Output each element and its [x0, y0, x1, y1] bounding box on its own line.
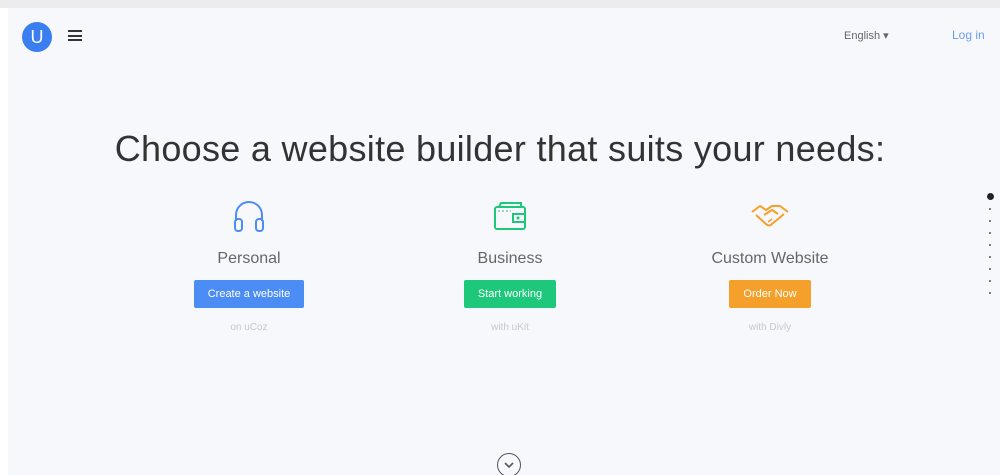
card-business: Business Start working with uKit	[410, 196, 610, 333]
wallet-icon	[410, 196, 610, 238]
card-custom-website: Custom Website Order Now with Divly	[670, 196, 870, 333]
pagination-dot[interactable]	[989, 292, 991, 294]
language-selector[interactable]: English ▾	[844, 29, 889, 42]
card-subtitle: on uCoz	[230, 322, 268, 333]
order-now-button[interactable]: Order Now	[729, 280, 811, 308]
pagination-dot[interactable]	[989, 220, 991, 222]
login-link[interactable]: Log in	[952, 28, 985, 42]
headphones-icon	[149, 196, 349, 238]
page: U English ▾ Log in Choose a website buil…	[8, 8, 1000, 475]
card-subtitle: with uKit	[491, 322, 529, 333]
card-personal: Personal Create a website on uCoz	[149, 196, 349, 333]
card-title: Personal	[217, 250, 281, 267]
pagination-dot[interactable]	[989, 232, 991, 234]
logo-button[interactable]: U	[22, 22, 52, 52]
create-website-button[interactable]: Create a website	[193, 280, 305, 308]
card-title: Business	[477, 250, 543, 267]
scroll-down-button[interactable]	[497, 453, 521, 475]
pagination-dot[interactable]	[989, 280, 991, 282]
card-subtitle: with Divly	[748, 322, 792, 333]
hamburger-menu-icon[interactable]	[68, 30, 82, 42]
pagination-dot[interactable]	[989, 208, 991, 210]
card-title: Custom Website	[711, 250, 829, 267]
handshake-icon	[670, 196, 870, 238]
section-pagination[interactable]	[986, 193, 994, 304]
browser-top-strip	[0, 0, 1000, 8]
pagination-dot-active[interactable]	[986, 193, 994, 200]
page-title: Choose a website builder that suits your…	[114, 128, 886, 169]
pagination-dot[interactable]	[989, 244, 991, 246]
chevron-down-icon	[504, 462, 514, 469]
pagination-dot[interactable]	[989, 268, 991, 270]
start-working-button[interactable]: Start working	[463, 280, 557, 308]
pagination-dot[interactable]	[989, 256, 991, 258]
